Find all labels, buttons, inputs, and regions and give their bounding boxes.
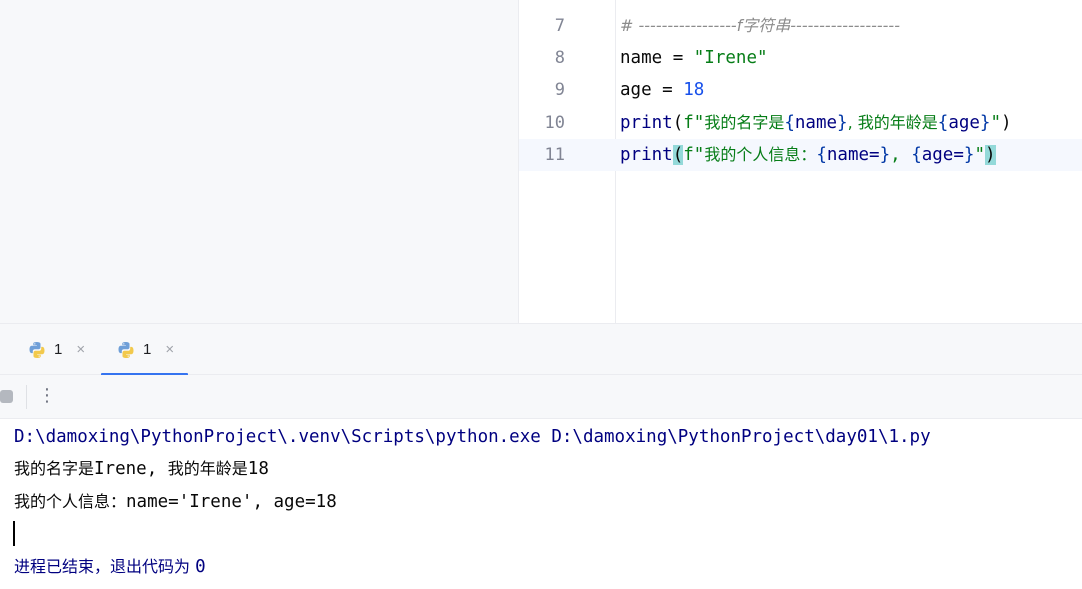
comment: # -----------------f字符串-----------------…	[620, 16, 900, 35]
code-line-7[interactable]: 7 # -----------------f字符串---------------…	[519, 10, 1082, 42]
output-text: 我的年龄是	[167, 459, 248, 478]
string-end: "	[990, 113, 1002, 133]
brace: {	[784, 113, 795, 133]
line-number: 8	[554, 48, 565, 68]
string-text: 我的个人信息：	[704, 145, 817, 164]
console-output-line: 我的名字是Irene, 我的年龄是18	[14, 453, 269, 485]
toolbar-separator	[26, 385, 27, 409]
paren: )	[1001, 113, 1012, 133]
close-icon[interactable]: ×	[76, 341, 85, 358]
string-end: "	[974, 145, 985, 165]
run-tab-bar: 1 × 1 ×	[0, 324, 1082, 376]
brace: {	[816, 145, 827, 165]
identifier: age	[620, 80, 652, 100]
fstring-prefix: f"	[683, 113, 705, 133]
string-literal: "Irene"	[693, 48, 768, 68]
close-icon[interactable]: ×	[165, 341, 174, 358]
run-toolbar: ⋮	[0, 375, 1082, 419]
brace: }	[979, 113, 991, 133]
code-editor[interactable]: 7 # -----------------f字符串---------------…	[518, 0, 1082, 323]
stop-icon[interactable]	[0, 390, 13, 403]
code-line-10[interactable]: 10 print(f"我的名字是{name}, 我的年龄是{age}")	[519, 107, 1082, 139]
console-command-line: D:\damoxing\PythonProject\.venv\Scripts\…	[14, 427, 931, 447]
console-output[interactable]: D:\damoxing\PythonProject\.venv\Scripts\…	[0, 419, 1082, 589]
project-panel	[0, 0, 518, 323]
function-name: print	[620, 113, 673, 133]
identifier: name	[620, 48, 663, 68]
string-text: 我的名字是	[704, 113, 785, 132]
console-output-line: 我的个人信息：name='Irene', age=18	[14, 486, 337, 518]
function-name: print	[620, 145, 673, 165]
paren-matched: )	[984, 145, 996, 165]
line-number: 9	[554, 80, 565, 100]
output-text: 我的名字是	[14, 459, 95, 478]
brace: {	[911, 145, 922, 165]
output-text: Irene,	[94, 459, 168, 479]
text-caret	[13, 521, 15, 546]
number-literal: 18	[683, 80, 705, 100]
tab-label: 1	[143, 341, 152, 358]
code-text: age = 18	[620, 74, 704, 106]
code-text: print(f"我的个人信息：{name=}, {age=}")	[620, 139, 996, 171]
string-text: , 我的年龄是	[847, 113, 938, 132]
code-text: # -----------------f字符串-----------------…	[620, 10, 900, 42]
tab-label: 1	[54, 341, 63, 358]
code-line-11[interactable]: 11 print(f"我的个人信息：{name=}, {age=}")	[519, 139, 1082, 171]
run-tab-2[interactable]: 1 ×	[101, 324, 188, 376]
console-exit-line: 进程已结束，退出代码为 0	[14, 551, 206, 583]
expression: name=	[826, 145, 880, 165]
code-line-8[interactable]: 8 name = "Irene"	[519, 42, 1082, 74]
brace: }	[879, 145, 891, 165]
more-options-icon[interactable]: ⋮	[38, 383, 56, 411]
python-icon	[117, 341, 135, 359]
line-number: 11	[544, 145, 565, 165]
brace: {	[937, 113, 949, 133]
paren: (	[672, 113, 684, 133]
brace: }	[963, 145, 975, 165]
operator: =	[651, 80, 684, 100]
exit-text: 进程已结束，退出代码为	[14, 557, 196, 576]
line-number: 10	[544, 113, 565, 133]
expression: age	[948, 113, 980, 133]
output-text: name='Irene', age=18	[126, 492, 337, 512]
run-tab-1[interactable]: 1 ×	[28, 324, 85, 375]
code-line-9[interactable]: 9 age = 18	[519, 74, 1082, 106]
paren-matched: (	[672, 145, 684, 165]
exit-code: 0	[195, 557, 206, 577]
line-number: 7	[554, 16, 565, 36]
output-text: 18	[247, 459, 269, 479]
brace: }	[837, 113, 848, 133]
code-text: name = "Irene"	[620, 42, 768, 74]
string-text: ,	[890, 145, 912, 165]
code-text: print(f"我的名字是{name}, 我的年龄是{age}")	[620, 107, 1012, 139]
expression: age=	[921, 145, 964, 165]
expression: name	[794, 113, 838, 133]
output-text: 我的个人信息：	[14, 492, 127, 511]
fstring-prefix: f"	[683, 145, 705, 165]
editor-area: 7 # -----------------f字符串---------------…	[0, 0, 1082, 323]
python-icon	[28, 341, 46, 359]
operator: =	[662, 48, 694, 68]
